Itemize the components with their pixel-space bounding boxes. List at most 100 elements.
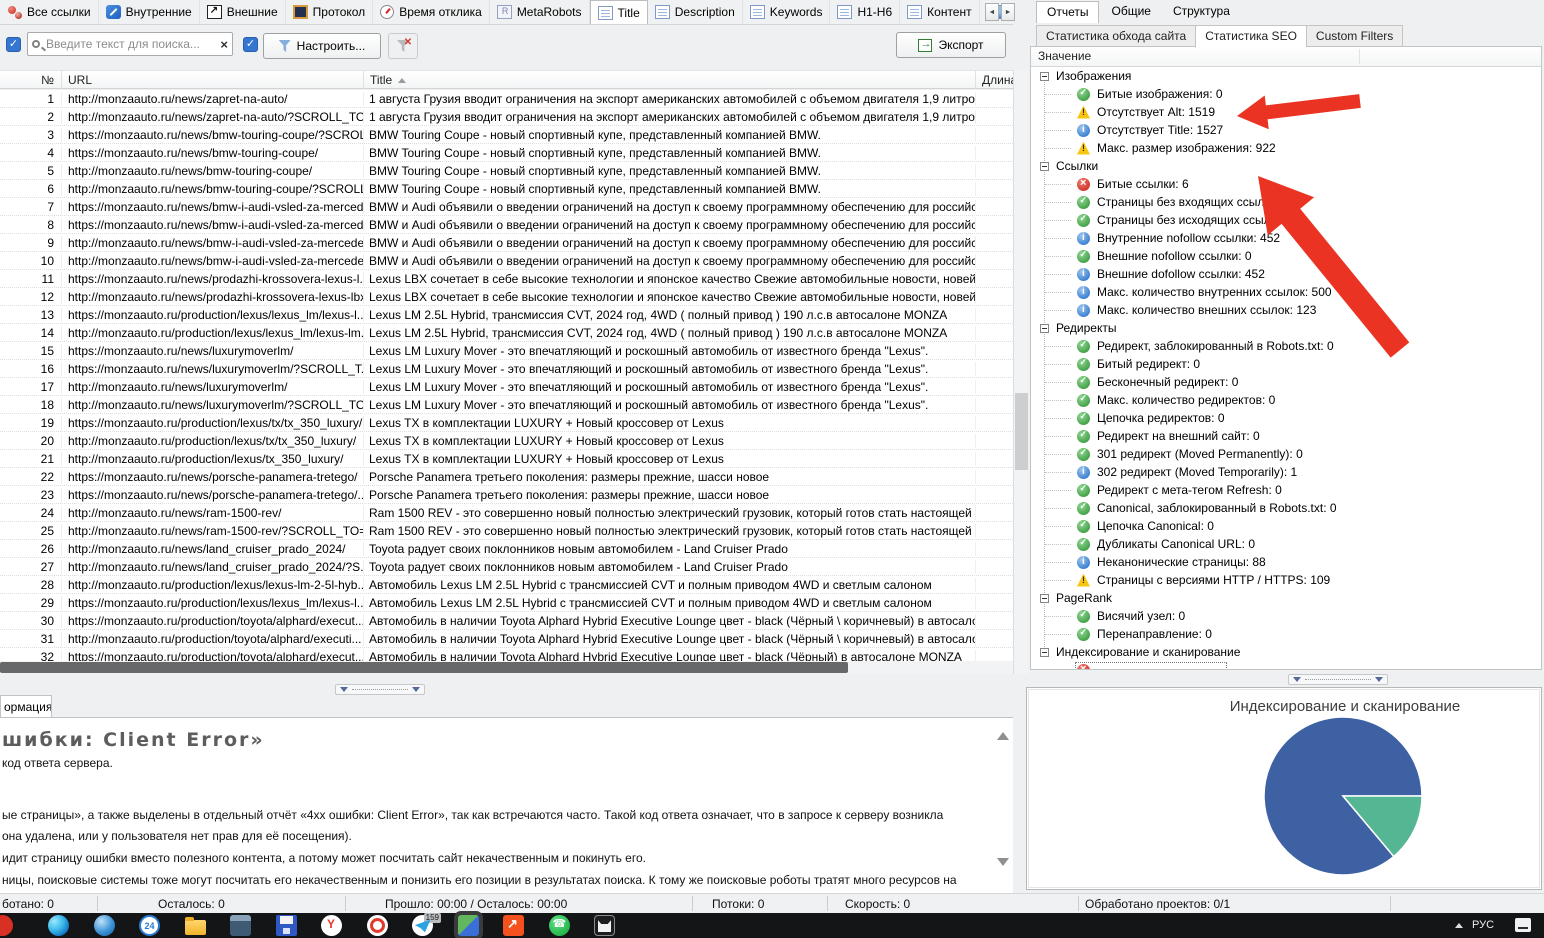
tree-item[interactable]: Отсутствует Title: 1527	[1031, 121, 1541, 139]
filter-enabled-checkbox[interactable]: ✓	[243, 37, 258, 52]
table-row[interactable]: 17http://monzaauto.ru/news/luxurymoverlm…	[0, 378, 1013, 396]
tree-item[interactable]: Неканонические страницы: 88	[1031, 553, 1541, 571]
table-row[interactable]: 32https://monzaauto.ru/production/toyota…	[0, 648, 1013, 661]
tree-item[interactable]: Битые ссылки: 6	[1031, 175, 1541, 193]
tree-section[interactable]: Изображения	[1031, 67, 1541, 85]
tab-custom-filters[interactable]: Custom Filters	[1306, 25, 1403, 47]
language-indicator[interactable]: РУС	[1472, 919, 1494, 931]
tab-статистика-seo[interactable]: Статистика SEO	[1195, 25, 1306, 48]
tab-протокол[interactable]: Протокол	[286, 0, 374, 24]
table-row[interactable]: 11https://monzaauto.ru/news/prodazhi-kro…	[0, 270, 1013, 288]
partial-app-icon[interactable]	[0, 915, 13, 936]
table-row[interactable]: 16https://monzaauto.ru/news/luxurymoverl…	[0, 360, 1013, 378]
table-row[interactable]: 8https://monzaauto.ru/news/bmw-i-audi-vs…	[0, 216, 1013, 234]
horizontal-scroll-thumb[interactable]	[0, 662, 848, 673]
tree-item[interactable]: Цепочка Canonical: 0	[1031, 517, 1541, 535]
collapse-icon[interactable]	[1040, 162, 1049, 171]
table-row[interactable]: 14http://monzaauto.ru/production/lexus/l…	[0, 324, 1013, 342]
tree-item[interactable]: Битый редирект: 0	[1031, 355, 1541, 373]
tree-item[interactable]: 302 редирект (Moved Temporarily): 1	[1031, 463, 1541, 481]
tree-item[interactable]	[1031, 661, 1541, 669]
search-enabled-checkbox[interactable]: ✓	[6, 37, 21, 52]
clear-search-icon[interactable]: ×	[220, 37, 228, 52]
col-header-length[interactable]: Длина	[976, 71, 1013, 89]
tab-metarobots[interactable]: MetaRobots	[490, 0, 590, 24]
tab-статистика-обхода-сайта[interactable]: Статистика обхода сайта	[1036, 25, 1195, 47]
tab-контент[interactable]: Контент	[900, 0, 979, 24]
tree-item[interactable]: Бесконечный редирект: 0	[1031, 373, 1541, 391]
table-row[interactable]: 13https://monzaauto.ru/production/lexus/…	[0, 306, 1013, 324]
table-row[interactable]: 28http://monzaauto.ru/production/lexus/l…	[0, 576, 1013, 594]
table-row[interactable]: 27http://monzaauto.ru/news/land_cruiser_…	[0, 558, 1013, 576]
collapse-icon[interactable]	[1040, 594, 1049, 603]
scroll-down-icon[interactable]	[997, 858, 1009, 866]
tree-item[interactable]: Редирект на внешний сайт: 0	[1031, 427, 1541, 445]
table-row[interactable]: 30https://monzaauto.ru/production/toyota…	[0, 612, 1013, 630]
tree-item[interactable]: Битые изображения: 0	[1031, 85, 1541, 103]
trading-app-icon[interactable]	[503, 915, 524, 936]
table-row[interactable]: 1http://monzaauto.ru/news/zapret-na-auto…	[0, 90, 1013, 108]
col-header-title[interactable]: Title	[364, 71, 976, 89]
table-row[interactable]: 21http://monzaauto.ru/production/lexus/t…	[0, 450, 1013, 468]
tree-section[interactable]: PageRank	[1031, 589, 1541, 607]
search-input[interactable]	[44, 36, 216, 52]
tree-item[interactable]: Макс. размер изображения: 922	[1031, 139, 1541, 157]
tab-отчеты[interactable]: Отчеты	[1036, 1, 1099, 23]
tree-section[interactable]: Ссылки	[1031, 157, 1541, 175]
cat-app-icon[interactable]	[594, 915, 615, 936]
table-row[interactable]: 18http://monzaauto.ru/news/luxurymoverlm…	[0, 396, 1013, 414]
tree-section[interactable]: Редиректы	[1031, 319, 1541, 337]
tab-h1-h6[interactable]: H1-H6	[830, 0, 900, 24]
tab-scroll-right-icon[interactable]: ►	[1001, 3, 1015, 21]
tree-item[interactable]: Макс. количество внутренних ссылок: 500	[1031, 283, 1541, 301]
tree-item[interactable]: Макс. количество редиректов: 0	[1031, 391, 1541, 409]
table-row[interactable]: 5http://monzaauto.ru/news/bmw-touring-co…	[0, 162, 1013, 180]
export-button[interactable]: Экспорт	[896, 32, 1006, 58]
telegram-icon[interactable]: 159	[412, 915, 433, 936]
tree-item[interactable]: Дубликаты Canonical URL: 0	[1031, 535, 1541, 553]
tree-item[interactable]: Висячий узел: 0	[1031, 607, 1541, 625]
tab-время-отклика[interactable]: Время отклика	[373, 0, 490, 24]
table-row[interactable]: 3https://monzaauto.ru/news/bmw-touring-c…	[0, 126, 1013, 144]
edge-browser-icon[interactable]	[48, 915, 69, 936]
vertical-scroll-thumb[interactable]	[1015, 393, 1028, 470]
tree-item[interactable]: Редирект с мета-тегом Refresh: 0	[1031, 481, 1541, 499]
tree-item[interactable]: Страницы с версиями HTTP / HTTPS: 109	[1031, 571, 1541, 589]
tab-структура[interactable]: Структура	[1163, 1, 1240, 23]
table-row[interactable]: 4https://monzaauto.ru/news/bmw-touring-c…	[0, 144, 1013, 162]
col-header-url[interactable]: URL	[62, 71, 364, 89]
site-analyzer-icon[interactable]	[458, 915, 479, 936]
left-splitter-grip[interactable]	[335, 684, 425, 695]
table-row[interactable]: 10http://monzaauto.ru/news/bmw-i-audi-vs…	[0, 252, 1013, 270]
table-row[interactable]: 31http://monzaauto.ru/production/toyota/…	[0, 630, 1013, 648]
opera-icon[interactable]	[367, 915, 388, 936]
whatsapp-icon[interactable]	[549, 915, 570, 936]
tab-title[interactable]: Title	[590, 0, 648, 24]
collapse-icon[interactable]	[1040, 324, 1049, 333]
table-row[interactable]: 25http://monzaauto.ru/news/ram-1500-rev/…	[0, 522, 1013, 540]
tree-item[interactable]: Макс. количество внешних ссылок: 123	[1031, 301, 1541, 319]
tray-icon[interactable]	[1515, 918, 1531, 932]
table-row[interactable]: 26http://monzaauto.ru/news/land_cruiser_…	[0, 540, 1013, 558]
table-vertical-scrollbar[interactable]	[1013, 70, 1028, 674]
save-icon[interactable]	[276, 915, 297, 936]
table-row[interactable]: 20http://monzaauto.ru/production/lexus/t…	[0, 432, 1013, 450]
tab-scroll-left-icon[interactable]: ◄	[985, 3, 999, 21]
table-row[interactable]: 29https://monzaauto.ru/production/lexus/…	[0, 594, 1013, 612]
tab-общие[interactable]: Общие	[1101, 1, 1160, 23]
right-splitter-grip[interactable]	[1288, 674, 1388, 685]
tree-item[interactable]: Перенаправление: 0	[1031, 625, 1541, 643]
configure-filter-button[interactable]: Настроить...	[263, 33, 381, 59]
tree-item[interactable]: Цепочка редиректов: 0	[1031, 409, 1541, 427]
table-row[interactable]: 19https://monzaauto.ru/production/lexus/…	[0, 414, 1013, 432]
clear-filter-button[interactable]: ✕	[388, 33, 418, 59]
tree-item[interactable]: Страницы без исходящих ссылок: 0	[1031, 211, 1541, 229]
table-row[interactable]: 7https://monzaauto.ru/news/bmw-i-audi-vs…	[0, 198, 1013, 216]
tree-item[interactable]: Страницы без входящих ссылок: 0	[1031, 193, 1541, 211]
table-row[interactable]: 23https://monzaauto.ru/news/porsche-pana…	[0, 486, 1013, 504]
tree-section[interactable]: Индексирование и сканирование	[1031, 643, 1541, 661]
tray-expand-icon[interactable]	[1455, 923, 1463, 928]
tree-item[interactable]: Редирект, заблокированный в Robots.txt: …	[1031, 337, 1541, 355]
tab-все-ссылки[interactable]: Все ссылки	[0, 0, 99, 24]
col-header-num[interactable]: №	[0, 71, 62, 89]
